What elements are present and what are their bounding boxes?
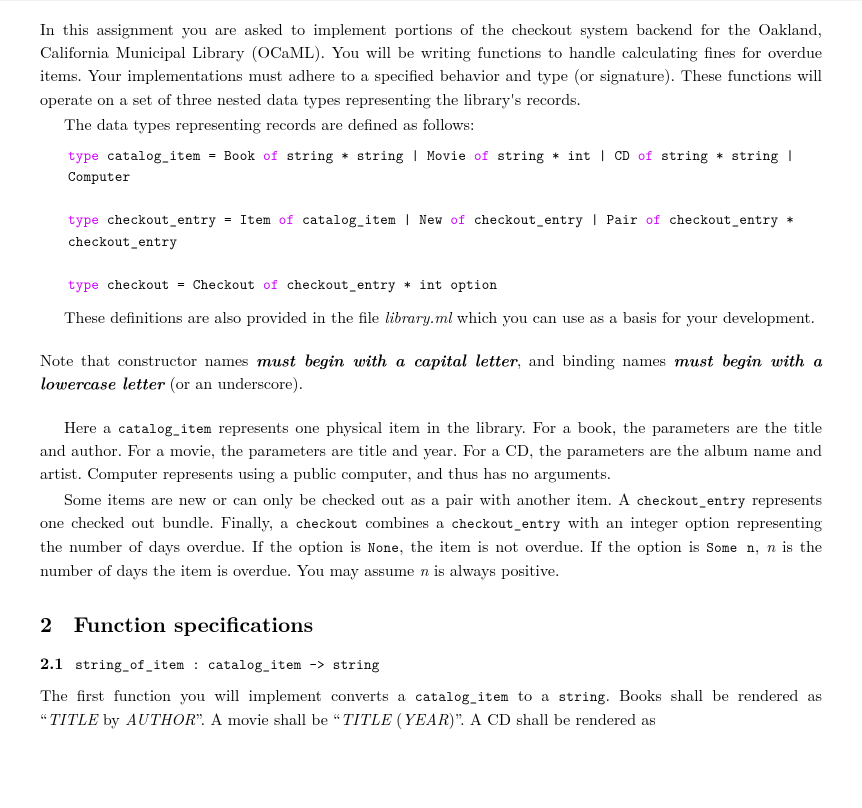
placeholder-year: YEAR (402, 707, 448, 730)
intro-paragraph-1: In this assignment you are asked to impl… (40, 17, 822, 110)
code-text: catalog_item = Book (99, 145, 263, 165)
text-fragment: ( (391, 707, 403, 730)
code-text: string * int | CD (490, 145, 638, 165)
text-fragment: by (98, 707, 126, 730)
library-file-note: These definitions are also provided in t… (40, 305, 822, 328)
kw-of: of (279, 209, 295, 229)
text-fragment: is always positive. (429, 558, 560, 581)
text-fragment: which you can use as a basis for your de… (451, 305, 815, 328)
kw-of: of (451, 209, 467, 229)
code-inline: catalog_item (415, 686, 509, 706)
code-text: catalog_item | New (294, 209, 450, 229)
code-text: checkout_entry | Pair (466, 209, 646, 229)
section-number: 2 (40, 609, 74, 639)
section-heading-2: 2Function specifications (40, 609, 822, 639)
kw-of: of (646, 209, 662, 229)
code-inline: checkout (296, 513, 358, 533)
intro-paragraph-2: The data types representing records are … (40, 112, 822, 135)
code-text: checkout = Checkout (99, 274, 263, 294)
section-title: Function specifications (74, 609, 314, 639)
emph-capital-letter: must begin with a capital letter (256, 348, 517, 371)
text-fragment: ”. A movie shall be “ (195, 707, 340, 730)
page: In this assignment you are asked to impl… (0, 0, 862, 752)
text-fragment: Here a (64, 415, 118, 438)
code-inline: catalog_item (118, 418, 212, 438)
text-fragment: ”. A CD shall be rendered as (455, 707, 656, 730)
text-fragment: (or an underscore). (164, 371, 303, 394)
naming-note: Note that constructor names must begin w… (40, 348, 822, 394)
code-inline: Some n (706, 537, 754, 557)
catalog-item-explain: Here a catalog_item represents one physi… (40, 415, 822, 485)
library-filename: library.ml (384, 305, 451, 328)
placeholder-title: TITLE (48, 707, 98, 730)
code-inline: string (559, 686, 606, 706)
text-fragment: Some items are new or can only be checke… (64, 487, 636, 510)
math-n: n (766, 534, 775, 557)
code-text: checkout_entry * int option (279, 274, 498, 294)
text-fragment: , (755, 534, 766, 557)
text-fragment: combines a (358, 510, 451, 533)
text-fragment: , the item is not overdue. If the option… (399, 534, 706, 557)
text-fragment: , and binding names (517, 348, 674, 371)
text-fragment: These definitions are also provided in t… (64, 305, 384, 328)
code-text: checkout_entry = Item (99, 209, 279, 229)
kw-type: type (68, 145, 99, 165)
kw-of: of (263, 274, 279, 294)
kw-of: of (263, 145, 279, 165)
subsection-heading-2-1: 2.1string_of_item : catalog_item -> stri… (40, 651, 822, 675)
code-text: string * string | Movie (279, 145, 474, 165)
text-fragment: to a (509, 683, 559, 706)
checkout-entry-explain: Some items are new or can only be checke… (40, 487, 822, 581)
function-signature: string_of_item : catalog_item -> string (75, 654, 379, 674)
type-definitions-code: type catalog_item = Book of string * str… (68, 145, 822, 295)
math-n: n (420, 558, 429, 581)
placeholder-author: AUTHOR (125, 707, 195, 730)
kw-type: type (68, 274, 99, 294)
code-inline: checkout_entry (451, 513, 560, 533)
placeholder-title: TITLE (341, 707, 391, 730)
kw-of: of (474, 145, 490, 165)
kw-of: of (638, 145, 654, 165)
code-inline: None (368, 537, 399, 557)
function-1-description: The first function you will implement co… (40, 683, 822, 730)
kw-type: type (68, 209, 99, 229)
text-fragment: The first function you will implement co… (40, 683, 415, 706)
subsection-number: 2.1 (40, 651, 75, 674)
code-inline: checkout_entry (636, 490, 745, 510)
text-fragment: Note that constructor names (40, 348, 256, 371)
